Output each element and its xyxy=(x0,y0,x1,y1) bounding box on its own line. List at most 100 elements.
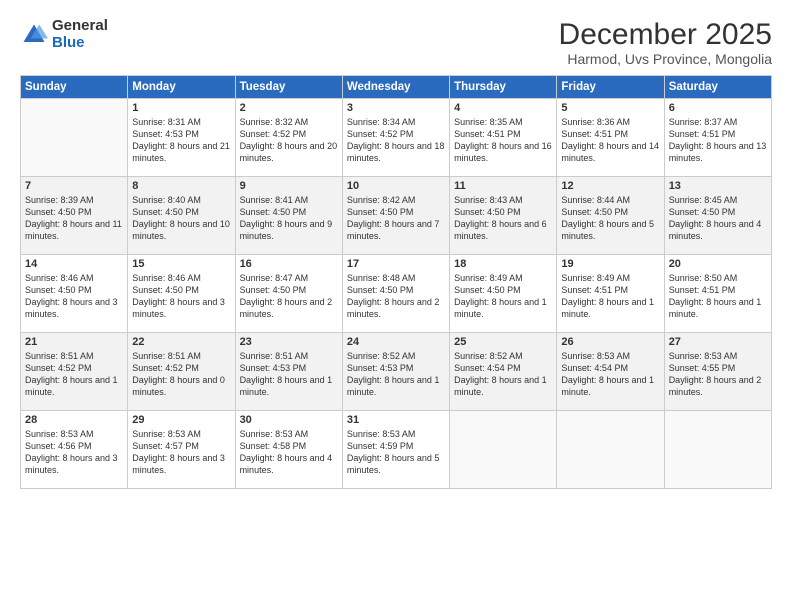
day-number: 24 xyxy=(347,336,445,348)
sunset-text: Sunset: 4:51 PM xyxy=(669,284,767,296)
daylight-text: Daylight: 8 hours and 7 minutes. xyxy=(347,218,445,242)
sunrise-text: Sunrise: 8:53 AM xyxy=(669,350,767,362)
sunrise-text: Sunrise: 8:31 AM xyxy=(132,116,230,128)
day-info: Sunrise: 8:46 AM Sunset: 4:50 PM Dayligh… xyxy=(25,272,123,321)
daylight-text: Daylight: 8 hours and 0 minutes. xyxy=(132,374,230,398)
day-number: 11 xyxy=(454,180,552,192)
sunrise-text: Sunrise: 8:47 AM xyxy=(240,272,338,284)
day-info: Sunrise: 8:40 AM Sunset: 4:50 PM Dayligh… xyxy=(132,194,230,243)
col-thursday: Thursday xyxy=(450,76,557,99)
daylight-text: Daylight: 8 hours and 1 minute. xyxy=(454,374,552,398)
daylight-text: Daylight: 8 hours and 3 minutes. xyxy=(25,296,123,320)
sunrise-text: Sunrise: 8:35 AM xyxy=(454,116,552,128)
day-number: 20 xyxy=(669,258,767,270)
daylight-text: Daylight: 8 hours and 4 minutes. xyxy=(669,218,767,242)
day-cell: 30 Sunrise: 8:53 AM Sunset: 4:58 PM Dayl… xyxy=(235,411,342,489)
daylight-text: Daylight: 8 hours and 1 minute. xyxy=(347,374,445,398)
day-number: 12 xyxy=(561,180,659,192)
day-info: Sunrise: 8:42 AM Sunset: 4:50 PM Dayligh… xyxy=(347,194,445,243)
sunrise-text: Sunrise: 8:37 AM xyxy=(669,116,767,128)
sunset-text: Sunset: 4:53 PM xyxy=(240,362,338,374)
sunrise-text: Sunrise: 8:50 AM xyxy=(669,272,767,284)
day-info: Sunrise: 8:50 AM Sunset: 4:51 PM Dayligh… xyxy=(669,272,767,321)
daylight-text: Daylight: 8 hours and 1 minute. xyxy=(25,374,123,398)
day-info: Sunrise: 8:47 AM Sunset: 4:50 PM Dayligh… xyxy=(240,272,338,321)
day-number: 9 xyxy=(240,180,338,192)
day-cell: 1 Sunrise: 8:31 AM Sunset: 4:53 PM Dayli… xyxy=(128,99,235,177)
daylight-text: Daylight: 8 hours and 1 minute. xyxy=(454,296,552,320)
sunset-text: Sunset: 4:50 PM xyxy=(25,206,123,218)
day-cell: 27 Sunrise: 8:53 AM Sunset: 4:55 PM Dayl… xyxy=(664,333,771,411)
week-row-3: 14 Sunrise: 8:46 AM Sunset: 4:50 PM Dayl… xyxy=(21,255,772,333)
daylight-text: Daylight: 8 hours and 10 minutes. xyxy=(132,218,230,242)
sunrise-text: Sunrise: 8:32 AM xyxy=(240,116,338,128)
day-cell: 11 Sunrise: 8:43 AM Sunset: 4:50 PM Dayl… xyxy=(450,177,557,255)
sunset-text: Sunset: 4:50 PM xyxy=(132,284,230,296)
day-info: Sunrise: 8:53 AM Sunset: 4:59 PM Dayligh… xyxy=(347,428,445,477)
col-friday: Friday xyxy=(557,76,664,99)
day-cell xyxy=(21,99,128,177)
day-cell: 6 Sunrise: 8:37 AM Sunset: 4:51 PM Dayli… xyxy=(664,99,771,177)
day-info: Sunrise: 8:53 AM Sunset: 4:55 PM Dayligh… xyxy=(669,350,767,399)
sunset-text: Sunset: 4:52 PM xyxy=(240,128,338,140)
sunset-text: Sunset: 4:50 PM xyxy=(240,206,338,218)
sunrise-text: Sunrise: 8:53 AM xyxy=(132,428,230,440)
sunset-text: Sunset: 4:57 PM xyxy=(132,440,230,452)
sunset-text: Sunset: 4:52 PM xyxy=(347,128,445,140)
day-number: 27 xyxy=(669,336,767,348)
day-cell: 26 Sunrise: 8:53 AM Sunset: 4:54 PM Dayl… xyxy=(557,333,664,411)
sunset-text: Sunset: 4:56 PM xyxy=(25,440,123,452)
sunrise-text: Sunrise: 8:53 AM xyxy=(347,428,445,440)
sunset-text: Sunset: 4:50 PM xyxy=(240,284,338,296)
daylight-text: Daylight: 8 hours and 20 minutes. xyxy=(240,140,338,164)
sunset-text: Sunset: 4:50 PM xyxy=(669,206,767,218)
sunrise-text: Sunrise: 8:36 AM xyxy=(561,116,659,128)
sunrise-text: Sunrise: 8:41 AM xyxy=(240,194,338,206)
day-info: Sunrise: 8:51 AM Sunset: 4:53 PM Dayligh… xyxy=(240,350,338,399)
day-number: 29 xyxy=(132,414,230,426)
day-info: Sunrise: 8:45 AM Sunset: 4:50 PM Dayligh… xyxy=(669,194,767,243)
day-cell: 22 Sunrise: 8:51 AM Sunset: 4:52 PM Dayl… xyxy=(128,333,235,411)
day-cell: 12 Sunrise: 8:44 AM Sunset: 4:50 PM Dayl… xyxy=(557,177,664,255)
daylight-text: Daylight: 8 hours and 2 minutes. xyxy=(347,296,445,320)
sunrise-text: Sunrise: 8:51 AM xyxy=(25,350,123,362)
day-number: 31 xyxy=(347,414,445,426)
day-number: 13 xyxy=(669,180,767,192)
daylight-text: Daylight: 8 hours and 5 minutes. xyxy=(561,218,659,242)
day-number: 6 xyxy=(669,102,767,114)
day-number: 18 xyxy=(454,258,552,270)
logo-blue-text: Blue xyxy=(52,35,108,52)
day-cell: 31 Sunrise: 8:53 AM Sunset: 4:59 PM Dayl… xyxy=(342,411,449,489)
sunrise-text: Sunrise: 8:52 AM xyxy=(347,350,445,362)
calendar-title: December 2025 xyxy=(559,18,772,51)
day-cell: 14 Sunrise: 8:46 AM Sunset: 4:50 PM Dayl… xyxy=(21,255,128,333)
sunrise-text: Sunrise: 8:44 AM xyxy=(561,194,659,206)
sunset-text: Sunset: 4:50 PM xyxy=(561,206,659,218)
sunset-text: Sunset: 4:52 PM xyxy=(132,362,230,374)
daylight-text: Daylight: 8 hours and 1 minute. xyxy=(669,296,767,320)
header-row: Sunday Monday Tuesday Wednesday Thursday… xyxy=(21,76,772,99)
sunset-text: Sunset: 4:52 PM xyxy=(25,362,123,374)
day-number: 15 xyxy=(132,258,230,270)
day-cell: 4 Sunrise: 8:35 AM Sunset: 4:51 PM Dayli… xyxy=(450,99,557,177)
sunset-text: Sunset: 4:51 PM xyxy=(561,284,659,296)
day-info: Sunrise: 8:44 AM Sunset: 4:50 PM Dayligh… xyxy=(561,194,659,243)
day-number: 10 xyxy=(347,180,445,192)
col-monday: Monday xyxy=(128,76,235,99)
calendar-page: General Blue December 2025 Harmod, Uvs P… xyxy=(0,0,792,612)
day-number: 14 xyxy=(25,258,123,270)
daylight-text: Daylight: 8 hours and 3 minutes. xyxy=(132,452,230,476)
day-info: Sunrise: 8:51 AM Sunset: 4:52 PM Dayligh… xyxy=(132,350,230,399)
day-cell: 13 Sunrise: 8:45 AM Sunset: 4:50 PM Dayl… xyxy=(664,177,771,255)
calendar-subtitle: Harmod, Uvs Province, Mongolia xyxy=(559,51,772,67)
day-cell: 17 Sunrise: 8:48 AM Sunset: 4:50 PM Dayl… xyxy=(342,255,449,333)
sunset-text: Sunset: 4:50 PM xyxy=(25,284,123,296)
calendar-table: Sunday Monday Tuesday Wednesday Thursday… xyxy=(20,75,772,489)
sunset-text: Sunset: 4:55 PM xyxy=(669,362,767,374)
sunset-text: Sunset: 4:53 PM xyxy=(347,362,445,374)
week-row-2: 7 Sunrise: 8:39 AM Sunset: 4:50 PM Dayli… xyxy=(21,177,772,255)
day-cell xyxy=(557,411,664,489)
daylight-text: Daylight: 8 hours and 9 minutes. xyxy=(240,218,338,242)
sunrise-text: Sunrise: 8:51 AM xyxy=(240,350,338,362)
sunrise-text: Sunrise: 8:49 AM xyxy=(561,272,659,284)
